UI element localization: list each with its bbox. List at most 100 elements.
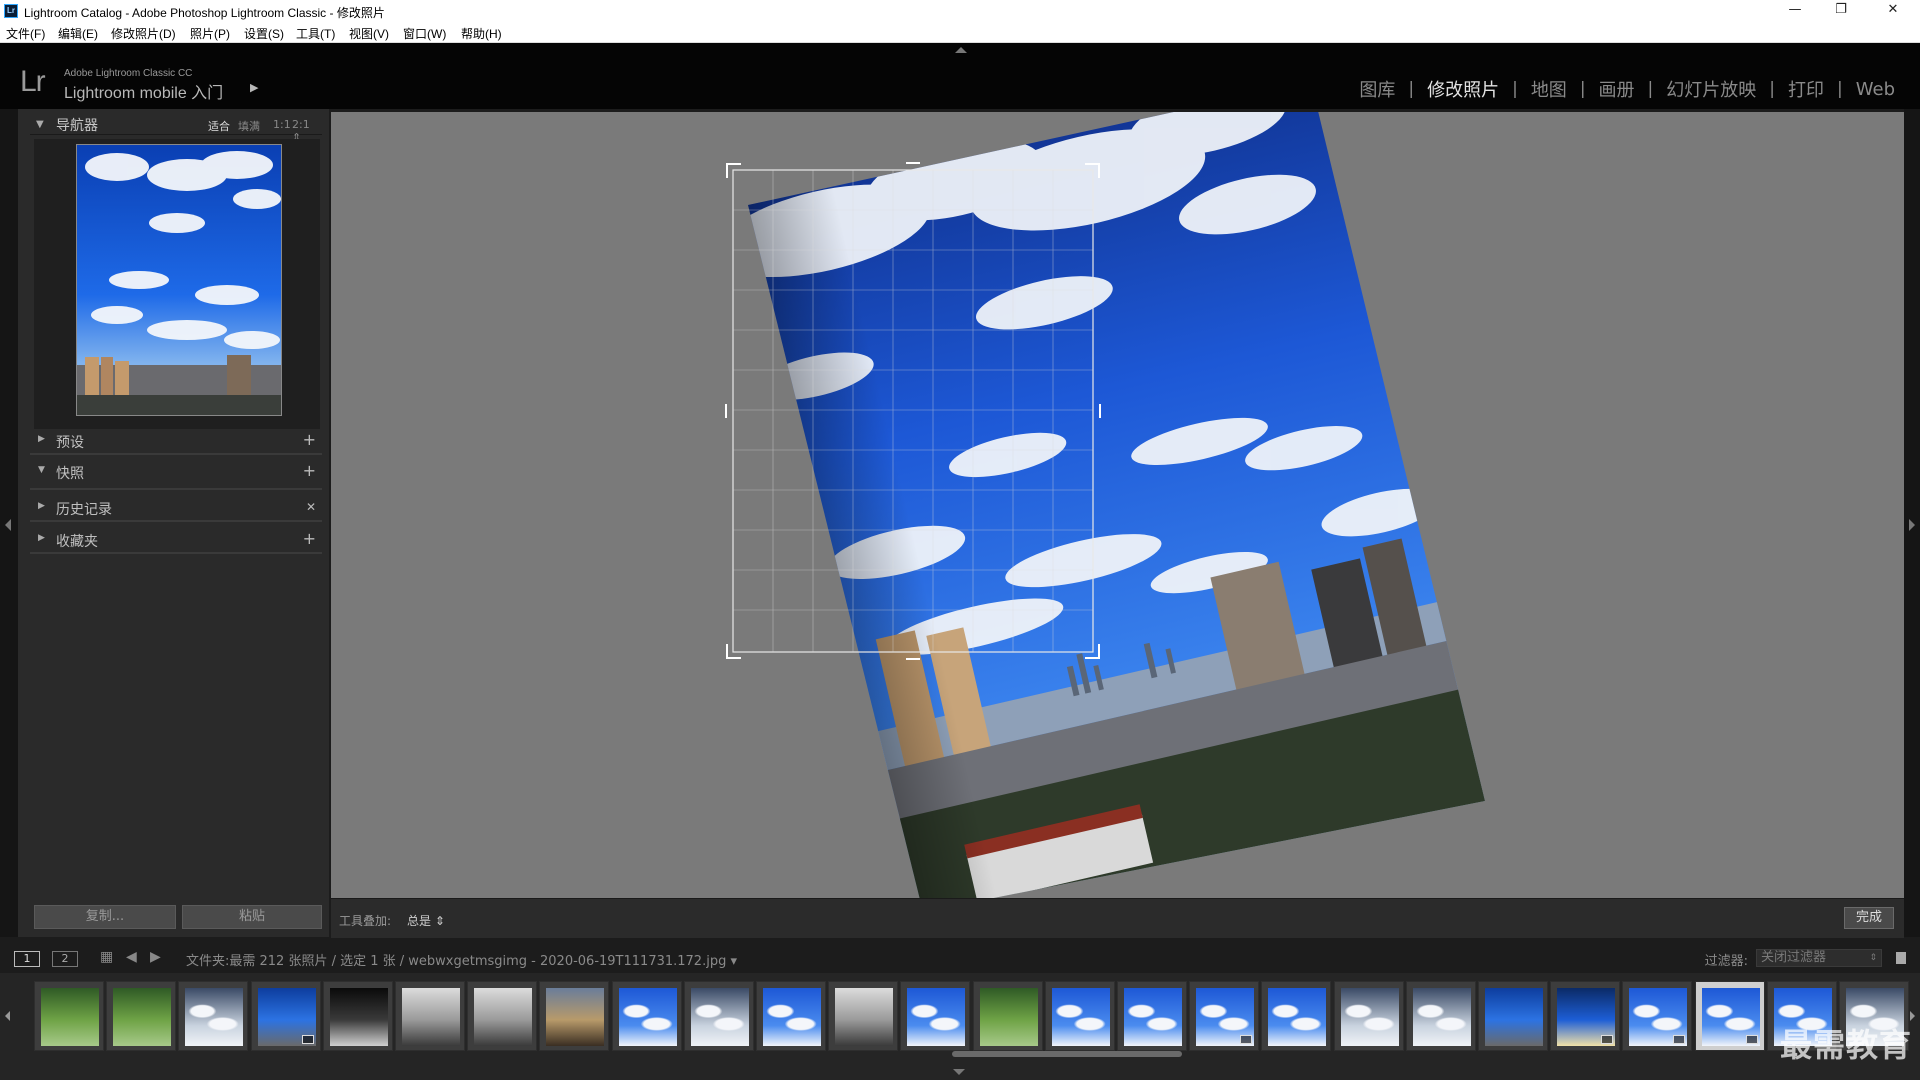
brand-name[interactable]: Lightroom mobile 入门 (64, 79, 223, 103)
secondary-window-button[interactable]: 2 (52, 951, 78, 967)
filmstrip-thumbnail[interactable] (250, 981, 321, 1051)
add-collection-icon[interactable]: + (303, 529, 316, 548)
module-book[interactable]: 画册 (1586, 76, 1648, 102)
filmstrip-thumbnail[interactable] (1117, 981, 1187, 1051)
filmstrip-thumbnail[interactable] (322, 981, 393, 1051)
filmstrip-thumbnail[interactable] (972, 981, 1043, 1051)
filmstrip-thumbnail[interactable] (1405, 981, 1476, 1051)
filmstrip-thumbnail[interactable] (683, 981, 754, 1051)
module-library[interactable]: 图库 (1346, 76, 1408, 102)
filmstrip-thumbnail[interactable] (178, 981, 249, 1051)
copy-button[interactable]: 复制... (34, 905, 176, 929)
filmstrip-thumbnail[interactable] (1333, 981, 1404, 1051)
panel-history[interactable]: ▶ 历史记录 ✕ (30, 494, 322, 522)
filmstrip-thumbnail[interactable] (611, 981, 682, 1051)
thumbnail-image (979, 988, 1038, 1046)
filmstrip-thumbnail[interactable] (1622, 981, 1693, 1051)
menu-file[interactable]: 文件(F) (6, 25, 45, 42)
thumbnail-image (618, 988, 677, 1046)
thumbnail-image (113, 988, 172, 1046)
close-button[interactable]: ✕ (1870, 0, 1916, 22)
module-print[interactable]: 打印 (1775, 76, 1837, 102)
left-panel-toggle[interactable] (0, 109, 18, 937)
filmstrip-thumbnail[interactable] (539, 981, 610, 1051)
module-slideshow[interactable]: 幻灯片放映 (1653, 76, 1769, 102)
menu-settings[interactable]: 设置(S) (244, 25, 284, 42)
filmstrip-thumbnail[interactable] (106, 981, 177, 1051)
menu-edit[interactable]: 编辑(E) (58, 25, 98, 42)
primary-window-button[interactable]: 1 (14, 951, 40, 967)
zoom-fill[interactable]: 填满 (238, 118, 260, 134)
navigator-title: 导航器 (56, 118, 98, 134)
done-button[interactable]: 完成 (1844, 907, 1894, 929)
tool-overlay-label: 工具叠加: (339, 914, 392, 928)
filmstrip-thumbnail[interactable] (1044, 981, 1115, 1051)
filmstrip-breadcrumb[interactable]: 文件夹:最需 212 张照片 / 选定 1 张 / webwxgetmsgimg… (186, 950, 737, 969)
brand-subtitle: Adobe Lightroom Classic CC (64, 68, 193, 79)
module-web[interactable]: Web (1843, 79, 1908, 100)
zoom-1-1[interactable]: 1:1 (273, 118, 291, 131)
filmstrip-thumbnail[interactable] (395, 981, 465, 1051)
menu-tools[interactable]: 工具(T) (296, 25, 335, 42)
add-preset-icon[interactable]: + (303, 430, 316, 449)
filter-label: 过滤器: (1704, 954, 1748, 969)
menu-window[interactable]: 窗口(W) (403, 25, 446, 42)
thumbnail-image (1268, 988, 1327, 1046)
clear-history-icon[interactable]: ✕ (306, 500, 316, 514)
minimize-button[interactable]: — (1772, 0, 1818, 22)
zoom-fit[interactable]: 适合 (208, 118, 230, 134)
navigator-image (77, 145, 281, 415)
collapse-top-panel-icon[interactable] (955, 47, 967, 53)
filmstrip-scrollbar[interactable] (952, 1051, 1182, 1057)
filmstrip-thumbnail[interactable] (467, 981, 538, 1051)
thumbnail-image (835, 988, 894, 1046)
filmstrip-scroll-left-icon[interactable] (5, 1011, 10, 1021)
filmstrip-thumbnail[interactable] (1189, 981, 1260, 1051)
collapse-bottom-panel-icon[interactable] (953, 1069, 965, 1075)
filmstrip-thumbnail[interactable] (1261, 981, 1332, 1051)
paste-button[interactable]: 粘贴 (182, 905, 322, 929)
filmstrip-thumbnail[interactable] (1550, 981, 1621, 1051)
panel-presets[interactable]: ▶ 预设 + (30, 427, 322, 455)
thumbnail-image (907, 988, 966, 1046)
filmstrip-thumbnail[interactable] (756, 981, 826, 1051)
filter-lock-icon[interactable] (1896, 952, 1906, 964)
add-snapshot-icon[interactable]: + (303, 461, 316, 480)
collapse-triangle-icon: ▼ (38, 465, 45, 475)
module-map[interactable]: 地图 (1518, 76, 1580, 102)
navigator-thumbnail[interactable] (76, 144, 282, 416)
tool-overlay-select[interactable]: 总是 ⇕ (407, 912, 445, 929)
expand-triangle-icon: ▶ (38, 501, 45, 511)
filmstrip-thumbnail[interactable] (900, 981, 971, 1051)
play-arrow-icon[interactable]: ▶ (250, 81, 258, 94)
panel-collections[interactable]: ▶ 收藏夹 + (30, 526, 322, 554)
filmstrip-thumbnail[interactable] (1478, 981, 1548, 1051)
menu-develop[interactable]: 修改照片(D) (111, 25, 176, 42)
grid-view-icon[interactable]: ▦ (100, 949, 113, 965)
panel-history-label: 历史记录 (56, 502, 112, 518)
navigator-header[interactable]: ▼ 导航器 适合 填满 1:1 2:1 ⇕ (30, 113, 322, 144)
right-panel-toggle[interactable] (1904, 109, 1920, 937)
triangle-left-icon (5, 519, 11, 531)
crop-view[interactable] (331, 112, 1904, 898)
filmstrip-thumbnail[interactable] (828, 981, 899, 1051)
panel-snapshots-label: 快照 (56, 466, 84, 482)
filmstrip-thumbnail[interactable] (1694, 981, 1765, 1051)
module-develop[interactable]: 修改照片 (1414, 76, 1512, 102)
restore-button[interactable]: ❐ (1818, 0, 1864, 22)
thumbnail-image (474, 988, 533, 1046)
back-arrow-icon[interactable]: ◀ (126, 949, 137, 965)
menu-help[interactable]: 帮助(H) (461, 25, 502, 42)
menu-photo[interactable]: 照片(P) (190, 25, 230, 42)
filter-select[interactable]: 关闭过滤器 ⇕ (1756, 949, 1882, 967)
navigator-preview[interactable] (34, 139, 320, 429)
panel-snapshots[interactable]: ▼ 快照 + (30, 458, 322, 490)
menu-view[interactable]: 视图(V) (349, 25, 389, 42)
thumbnail-image (1051, 988, 1110, 1046)
watermark: 最需教育 (1779, 1026, 1912, 1064)
filmstrip-thumbnail[interactable] (34, 981, 104, 1051)
thumbnail-image (1124, 988, 1182, 1046)
develop-canvas[interactable] (331, 112, 1904, 898)
forward-arrow-icon[interactable]: ▶ (150, 949, 161, 965)
thumbnail-image (546, 988, 605, 1046)
